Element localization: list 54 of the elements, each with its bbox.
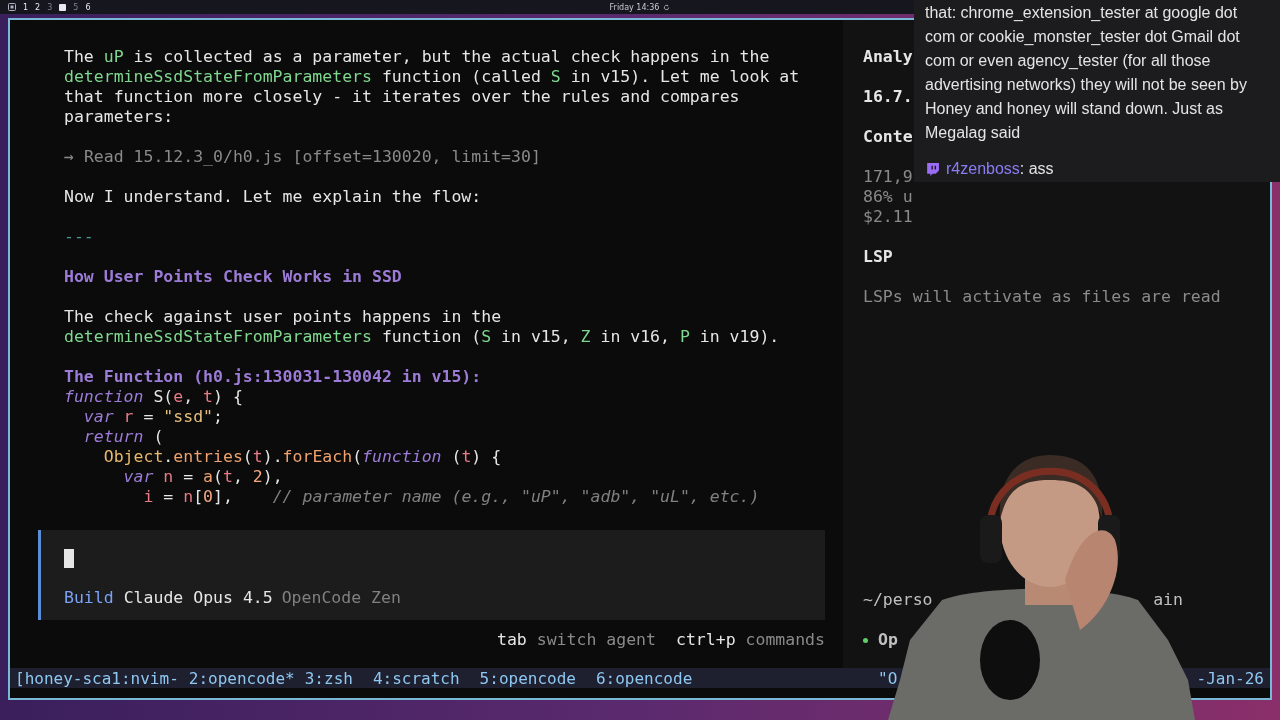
- section-title: Conte: [863, 127, 913, 147]
- workspace-button[interactable]: [59, 3, 67, 11]
- section-title: Analy: [863, 47, 913, 67]
- code-line: i = n[0], // parameter name (e.g., "uP", "adb", "uL", etc.): [142, 487, 761, 507]
- tmux-window-tab[interactable]: 2:opencode*: [188, 668, 295, 688]
- text-cursor: [64, 549, 74, 568]
- date-text: -Jan-26: [1196, 668, 1264, 688]
- sidebar-text: LSPs will activate as files are read: [863, 287, 1221, 307]
- code-line: Object.entries(t).forEach(function (t) {: [102, 447, 503, 467]
- status-text: "O: [878, 668, 898, 688]
- provider-name: OpenCode Zen: [281, 588, 401, 608]
- message-paragraph: The check against user points happens in the determineSsdStateFromParameters function (S in v15, Z in v16, P in v19).: [64, 307, 781, 347]
- arrow-icon: →: [64, 147, 74, 166]
- chat-message: that: chrome_extension_tester at google dot com or cookie_monster_tester dot Gmail dot com or even agency_tester (for all those advertising networks) they will not be seen by Honey and honey will stand down. Just as Megalag said: [925, 3, 1248, 143]
- tool-call-text: Read 15.12.3_0/h0.js [offset=130020, limit=30]: [83, 147, 541, 166]
- clock-text: Friday 14:36: [609, 2, 660, 12]
- message-paragraph: The uP is collected as a parameter, but the actual check happens in the determineSsdStateFromParameters function (called S in v15). Let me look at that function more closely - it iterates over the rules and compares parameters:: [64, 47, 801, 127]
- model-name: Claude Opus 4.5: [123, 588, 273, 608]
- message-paragraph: Now I understand. Let me explain the flow:: [64, 187, 483, 207]
- tmux-window-tab[interactable]: [honey-sca1:nvim-: [15, 668, 179, 688]
- tmux-window-tab[interactable]: 4:scratch: [372, 668, 460, 688]
- code-line: var r = "ssd";: [82, 407, 224, 427]
- rule-text: ---: [64, 227, 94, 246]
- badge-icon: [925, 161, 940, 177]
- sidebar-text: 16.7.: [863, 87, 913, 107]
- section-title: LSP: [863, 247, 893, 267]
- workspace-button[interactable]: 5: [73, 2, 79, 12]
- app-icon[interactable]: [8, 3, 16, 11]
- workspace-button[interactable]: 2: [35, 2, 41, 12]
- sidebar-text: 171,9: [863, 167, 913, 187]
- workspace-button[interactable]: 1: [23, 2, 29, 12]
- sidebar-text: $2.11: [863, 207, 913, 227]
- prompt-input[interactable]: Build Claude Opus 4.5 OpenCode Zen: [38, 530, 825, 620]
- tmux-window-tab[interactable]: 3:zsh: [304, 668, 353, 688]
- tmux-window-tab[interactable]: 5:opencode: [479, 668, 576, 688]
- agent-label[interactable]: Build: [64, 588, 114, 608]
- code-line: function S(e, t) {: [64, 387, 244, 407]
- section-heading: The Function (h0.js:130031-130042 in v15):: [64, 367, 482, 386]
- status-text: Op: [878, 630, 898, 650]
- workspace-button[interactable]: 6: [85, 2, 91, 12]
- shortcut-hint: ctrl+p commands: [675, 630, 825, 650]
- refresh-icon: [663, 3, 671, 11]
- shortcut-hint: tab switch agent: [497, 630, 656, 650]
- chat-username[interactable]: r4zenboss: [946, 157, 1020, 181]
- sidebar-text: 86% u: [863, 187, 913, 207]
- tmux-window-tab[interactable]: 6:opencode: [595, 668, 693, 688]
- chat-message: : ass: [1019, 159, 1054, 179]
- code-line: var n = a(t, 2),: [122, 467, 284, 487]
- path-text: ~/perso: [863, 590, 933, 610]
- code-line: return (: [82, 427, 165, 447]
- workspace-button[interactable]: 3: [47, 2, 53, 12]
- section-heading: How User Points Check Works in SSD: [64, 267, 402, 286]
- status-dot: [863, 637, 868, 643]
- path-text: ain: [1153, 590, 1183, 610]
